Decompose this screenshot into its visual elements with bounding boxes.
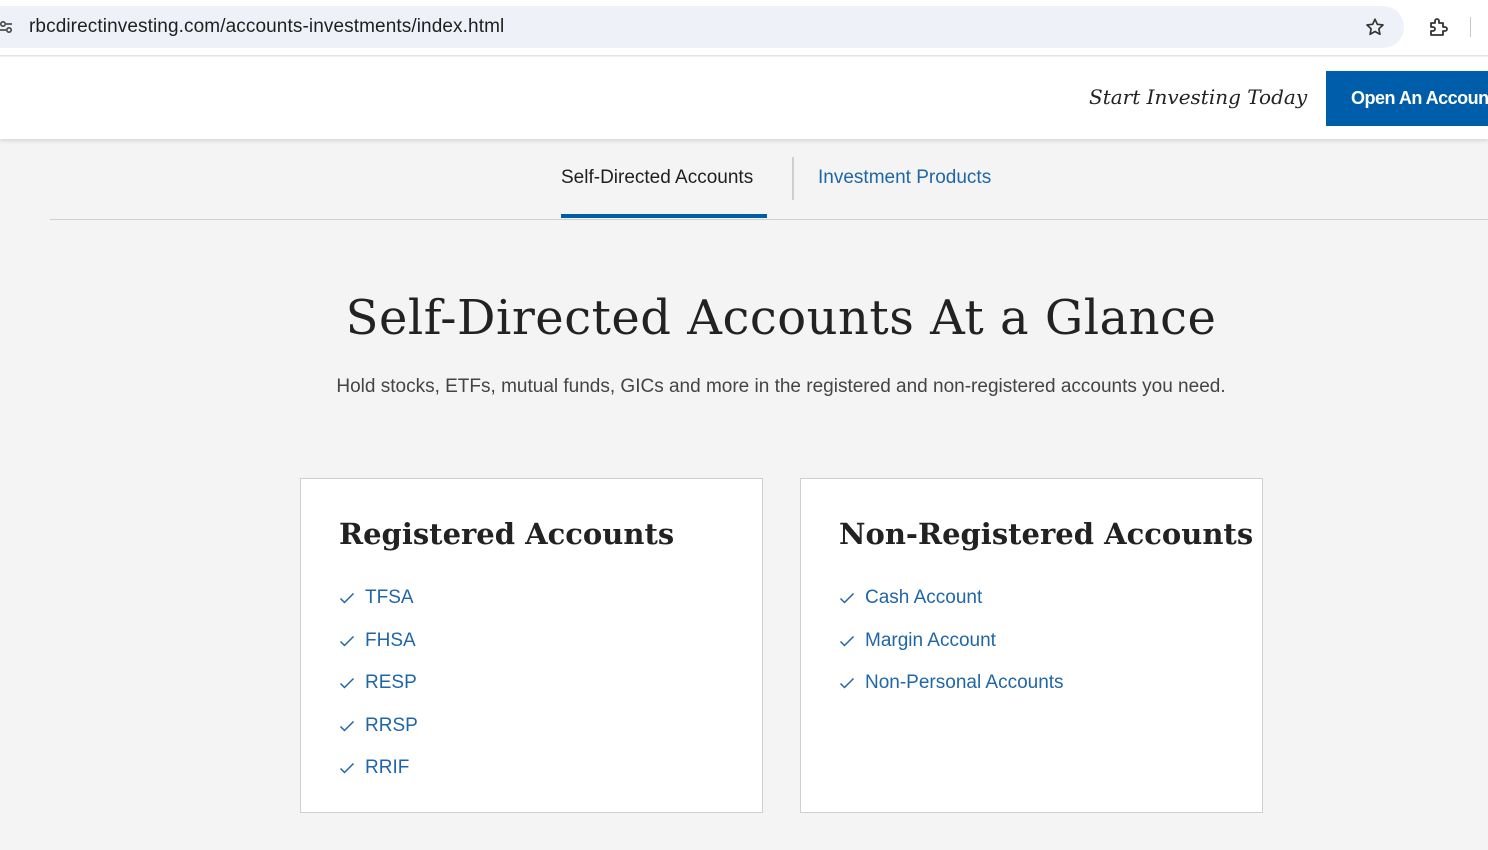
account-link-rrif[interactable]: RRIF	[339, 747, 418, 790]
page-title: Self-Directed Accounts At a Glance	[345, 290, 1217, 346]
header-tagline: Start Investing Today	[1089, 85, 1308, 109]
product-tabs: Self-Directed Accounts Investment Produc…	[50, 139, 1488, 220]
account-link-fhsa[interactable]: FHSA	[339, 620, 418, 663]
checkmark-icon	[339, 720, 355, 732]
account-link-label[interactable]: FHSA	[365, 630, 416, 652]
browser-toolbar: rbcdirectinvesting.com/accounts-investme…	[0, 0, 1488, 56]
account-link-cash[interactable]: Cash Account	[839, 577, 1064, 620]
tab-self-directed-accounts[interactable]: Self-Directed Accounts	[561, 167, 753, 189]
account-link-label[interactable]: RRIF	[365, 757, 409, 779]
non-registered-accounts-list: Cash Account Margin Account Non-Personal…	[839, 577, 1064, 705]
checkmark-icon	[339, 635, 355, 647]
bookmark-star-icon[interactable]	[1364, 16, 1386, 38]
non-registered-accounts-card: Non-Registered Accounts Cash Account Mar…	[800, 478, 1263, 813]
registered-accounts-card: Registered Accounts TFSA FHSA RESP RRSP …	[300, 478, 763, 813]
card-title: Non-Registered Accounts	[839, 517, 1254, 551]
toolbar-divider	[1470, 17, 1471, 37]
account-link-margin[interactable]: Margin Account	[839, 620, 1064, 663]
tab-divider	[792, 157, 794, 200]
account-link-label[interactable]: Non-Personal Accounts	[865, 672, 1064, 694]
checkmark-icon	[839, 635, 855, 647]
page-subtitle: Hold stocks, ETFs, mutual funds, GICs an…	[336, 376, 1226, 397]
account-link-label[interactable]: RRSP	[365, 715, 418, 737]
checkmark-icon	[839, 678, 855, 689]
account-link-resp[interactable]: RESP	[339, 662, 418, 705]
account-link-label[interactable]: Cash Account	[865, 587, 982, 609]
checkmark-icon	[339, 678, 355, 689]
account-link-non-personal[interactable]: Non-Personal Accounts	[839, 662, 1064, 705]
site-header: Start Investing Today Open An Account	[0, 57, 1488, 139]
account-link-tfsa[interactable]: TFSA	[339, 577, 418, 620]
card-title: Registered Accounts	[339, 517, 675, 551]
checkmark-icon	[839, 593, 855, 604]
account-link-label[interactable]: RESP	[365, 672, 417, 694]
open-account-button[interactable]: Open An Account	[1326, 71, 1488, 126]
active-tab-indicator	[561, 214, 767, 218]
account-link-label[interactable]: TFSA	[365, 587, 414, 609]
account-link-label[interactable]: Margin Account	[865, 630, 996, 652]
site-info-icon[interactable]	[0, 19, 12, 35]
url-text[interactable]: rbcdirectinvesting.com/accounts-investme…	[29, 16, 504, 38]
extensions-icon[interactable]	[1427, 15, 1451, 39]
account-link-rrsp[interactable]: RRSP	[339, 705, 418, 748]
checkmark-icon	[339, 763, 355, 774]
registered-accounts-list: TFSA FHSA RESP RRSP RRIF	[339, 577, 418, 790]
checkmark-icon	[339, 593, 355, 604]
tab-investment-products[interactable]: Investment Products	[818, 167, 991, 189]
